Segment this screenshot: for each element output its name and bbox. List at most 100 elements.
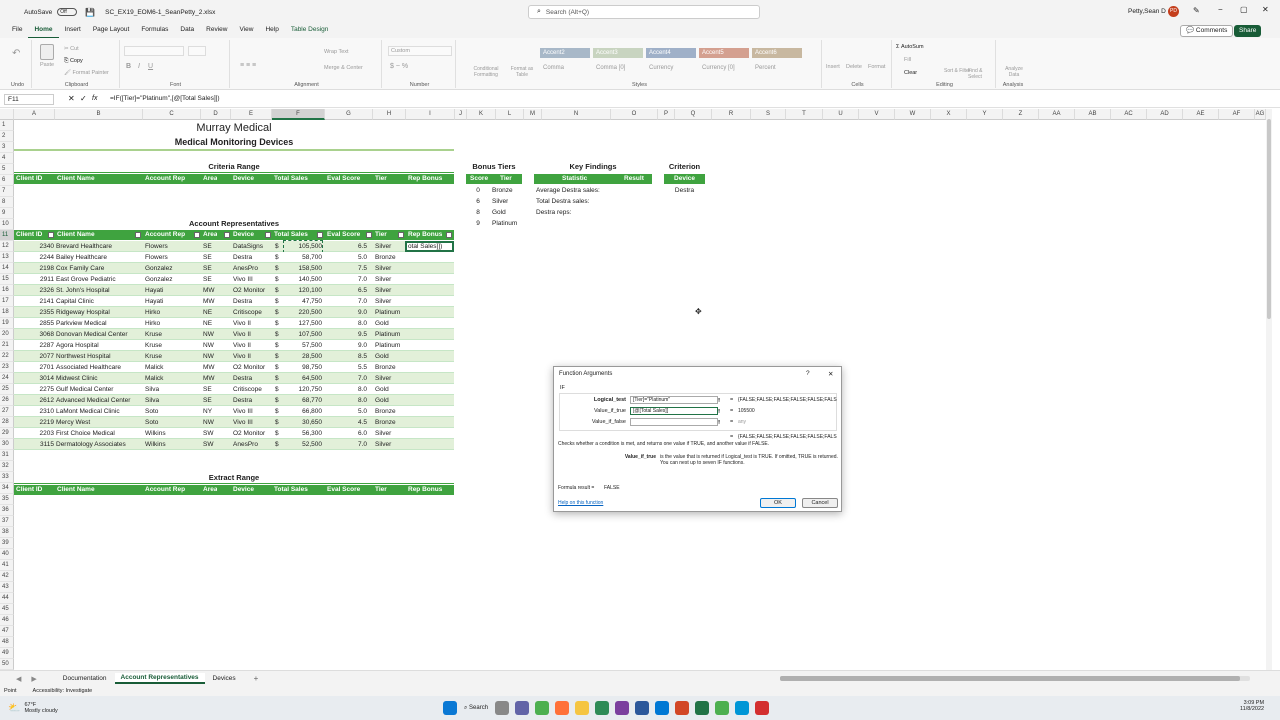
row-header[interactable]: 50 <box>0 659 14 670</box>
filter-dropdown-icon[interactable] <box>194 232 200 238</box>
cell-client-name[interactable]: Gulf Medical Center <box>56 384 142 395</box>
cell-client-id[interactable]: 2275 <box>14 384 54 395</box>
column-header[interactable]: P <box>658 109 675 120</box>
cell-area[interactable]: NW <box>203 351 231 362</box>
row-header[interactable]: 14 <box>0 263 14 274</box>
row-header[interactable]: 47 <box>0 626 14 637</box>
cell-area[interactable]: SE <box>203 395 231 406</box>
menu-formulas[interactable]: Formulas <box>135 23 174 39</box>
cell-client-id[interactable]: 2198 <box>14 263 54 274</box>
outlook-icon[interactable] <box>655 701 670 715</box>
cell-device[interactable]: O2 Monitor <box>233 285 272 296</box>
filter-dropdown-icon[interactable] <box>224 232 230 238</box>
cell-account-rep[interactable]: Gonzalez <box>145 263 201 274</box>
style-currency[interactable]: Currency <box>646 63 696 73</box>
cell-account-rep[interactable]: Wilkins <box>145 428 201 439</box>
row-header[interactable]: 5 <box>0 164 14 175</box>
filter-dropdown-icon[interactable] <box>265 232 271 238</box>
cell-eval-score[interactable]: 6.5 <box>325 241 367 252</box>
cell-eval-score[interactable]: 8.0 <box>325 384 367 395</box>
cell-tier[interactable]: Silver <box>375 296 405 307</box>
cell-account-rep[interactable]: Gonzalez <box>145 274 201 285</box>
cell-eval-score[interactable]: 5.0 <box>325 252 367 263</box>
fill-button[interactable]: Fill <box>904 57 911 63</box>
column-header[interactable]: T <box>786 109 823 120</box>
row-header[interactable]: 43 <box>0 582 14 593</box>
column-header[interactable]: Y <box>967 109 1003 120</box>
cell-client-name[interactable]: LaMont Medical Clinic <box>56 406 142 417</box>
user-name[interactable]: Petty,Sean D <box>1128 8 1166 15</box>
style-accent2[interactable]: Accent2 <box>540 48 590 58</box>
paste-label[interactable]: Paste <box>40 62 54 68</box>
cell-client-id[interactable]: 3014 <box>14 373 54 384</box>
column-header[interactable]: L <box>496 109 524 120</box>
currency-icon[interactable]: $ ~ % <box>390 63 408 70</box>
column-header[interactable]: R <box>712 109 751 120</box>
row-header[interactable]: 29 <box>0 428 14 439</box>
cell-total-sales[interactable]: 28,500 <box>284 351 322 362</box>
row-header[interactable]: 7 <box>0 186 14 197</box>
row-header[interactable]: 30 <box>0 439 14 450</box>
menu-data[interactable]: Data <box>174 23 200 39</box>
column-header[interactable]: V <box>859 109 895 120</box>
app-icon[interactable] <box>735 701 750 715</box>
share-button[interactable]: Share <box>1234 25 1262 37</box>
cell-total-sales[interactable]: 120,100 <box>284 285 323 296</box>
cell-client-id[interactable]: 2855 <box>14 318 54 329</box>
row-header[interactable]: 12 <box>0 241 14 252</box>
delete-cells-button[interactable]: Delete <box>846 64 862 70</box>
row-header[interactable]: 42 <box>0 571 14 582</box>
criterion-value[interactable]: Destra <box>664 185 705 196</box>
cell-tier[interactable]: Platinum <box>375 340 405 351</box>
cell-client-name[interactable]: Agora Hospital <box>56 340 142 351</box>
cell-tier[interactable]: Gold <box>375 351 405 362</box>
cell-area[interactable]: NE <box>203 318 231 329</box>
filter-dropdown-icon[interactable] <box>48 232 54 238</box>
cell-device[interactable]: Critiscope <box>233 384 272 395</box>
cell-client-name[interactable]: St. John's Hospital <box>56 285 142 296</box>
menu-insert[interactable]: Insert <box>59 23 87 39</box>
row-header[interactable]: 22 <box>0 351 14 362</box>
filter-dropdown-icon[interactable] <box>135 232 141 238</box>
cell-area[interactable]: SE <box>203 384 231 395</box>
cell-client-name[interactable]: East Grove Pediatric <box>56 274 142 285</box>
cell-area[interactable]: NY <box>203 406 231 417</box>
filter-dropdown-icon[interactable] <box>366 232 372 238</box>
cell-eval-score[interactable]: 8.5 <box>325 351 367 362</box>
autosum-button[interactable]: Σ AutoSum <box>896 44 924 50</box>
cell-client-name[interactable]: Brevard Healthcare <box>56 241 142 252</box>
chrome-icon[interactable] <box>715 701 730 715</box>
cell-total-sales[interactable]: 47,750 <box>284 296 322 307</box>
clock[interactable]: 3:09 PM 11/8/2022 <box>1240 700 1264 712</box>
horizontal-scrollbar[interactable] <box>780 676 1250 681</box>
cell-total-sales[interactable]: 98,750 <box>284 362 322 373</box>
cell-account-rep[interactable]: Hirko <box>145 307 201 318</box>
row-header[interactable]: 38 <box>0 527 14 538</box>
column-header[interactable]: AD <box>1147 109 1183 120</box>
cell-account-rep[interactable]: Wilkins <box>145 439 201 450</box>
next-sheet-icon[interactable]: ▶ <box>31 675 36 683</box>
cell-total-sales[interactable]: 64,500 <box>284 373 322 384</box>
cell-account-rep[interactable]: Hayati <box>145 285 201 296</box>
row-header[interactable]: 46 <box>0 615 14 626</box>
format-as-table-button[interactable]: Format as Table <box>506 66 538 78</box>
insert-cells-button[interactable]: Insert <box>826 64 840 70</box>
comments-button[interactable]: 💬 Comments <box>1180 25 1234 37</box>
cell-tier[interactable]: Platinum <box>375 329 405 340</box>
cell-total-sales[interactable]: 56,300 <box>284 428 322 439</box>
cell-tier[interactable]: Gold <box>375 318 405 329</box>
cell-total-sales[interactable]: 220,500 <box>284 307 323 318</box>
row-header[interactable]: 31 <box>0 450 14 461</box>
cell-client-name[interactable]: Donovan Medical Center <box>56 329 142 340</box>
column-header[interactable]: D <box>201 109 231 120</box>
row-header[interactable]: 44 <box>0 593 14 604</box>
cell-tier[interactable]: Silver <box>375 285 405 296</box>
cell-account-rep[interactable]: Kruse <box>145 351 201 362</box>
cell-device[interactable]: Vivo III <box>233 417 272 428</box>
cell-tier[interactable]: Platinum <box>375 307 405 318</box>
cell-eval-score[interactable]: 6.0 <box>325 428 367 439</box>
copy-button[interactable]: ⎘ Copy <box>64 58 83 65</box>
cell-eval-score[interactable]: 7.0 <box>325 296 367 307</box>
cell-client-id[interactable]: 2355 <box>14 307 54 318</box>
chrome-icon[interactable] <box>535 701 550 715</box>
